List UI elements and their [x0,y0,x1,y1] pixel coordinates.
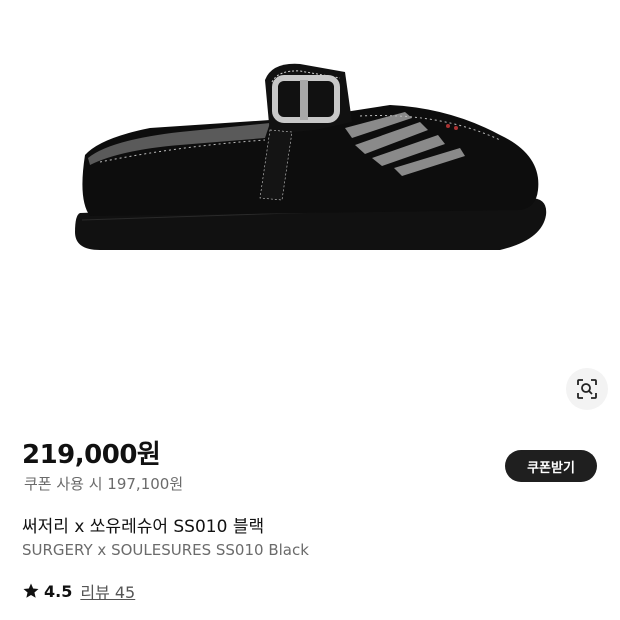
lens-search-icon [577,379,597,399]
rating-row: 4.5 리뷰 45 [22,580,135,602]
review-count-link[interactable]: 리뷰 45 [80,579,135,603]
rating-value: 4.5 [44,581,73,601]
product-price: 219,000원 [22,440,161,470]
lens-search-button[interactable] [566,368,608,410]
product-name-korean: 써저리 x 쏘유레슈어 SS010 블랙 [22,517,265,537]
coupon-button[interactable]: 쿠폰받기 [505,450,597,482]
product-image [75,63,547,250]
coupon-price: 쿠폰 사용 시 197,100원 [24,475,184,493]
star-icon [22,582,40,600]
product-image-area[interactable] [0,0,620,420]
product-name-english: SURGERY x SOULESURES SS010 Black [22,541,309,559]
